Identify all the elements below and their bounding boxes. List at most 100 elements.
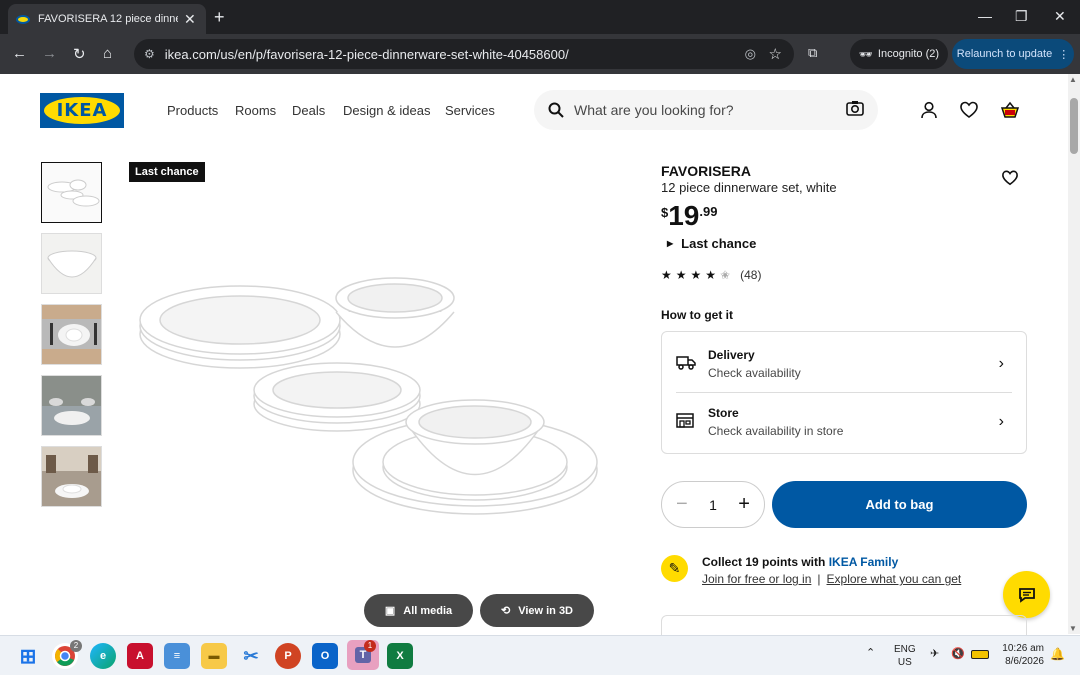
store-icon — [676, 412, 708, 433]
thumbnail-5[interactable] — [41, 446, 102, 507]
address-bar[interactable]: ⚙ ikea.com/us/en/p/favorisera-12-piece-d… — [134, 39, 794, 69]
rating-count: (48) — [740, 268, 762, 282]
forward-icon[interactable]: → — [42, 45, 57, 62]
page-scrollbar[interactable] — [1068, 74, 1080, 634]
nav-products[interactable]: Products — [167, 103, 218, 118]
ikea-family-icon: ✎ — [661, 555, 688, 582]
site-info-icon[interactable]: ⚙ — [144, 47, 155, 61]
delivery-row[interactable]: Delivery Check availability › — [676, 335, 1012, 393]
eye-off-icon[interactable]: ◎ — [745, 46, 756, 62]
all-media-label: All media — [403, 604, 453, 617]
minimize-icon[interactable]: — — [978, 8, 992, 24]
relaunch-button[interactable]: Relaunch to update ⋮ — [952, 39, 1074, 69]
lens-icon[interactable]: ⧉ — [808, 45, 817, 61]
incognito-icon: 🕶 — [858, 48, 873, 61]
scroll-up-icon[interactable]: ▲ — [1069, 75, 1077, 84]
star-icon: ★ — [661, 268, 672, 282]
family-points-prefix: Collect 19 points with — [702, 555, 826, 569]
shopping-bag-icon[interactable] — [1000, 101, 1020, 119]
all-media-button[interactable]: ▣ All media — [364, 594, 473, 627]
back-icon[interactable]: ← — [12, 45, 27, 62]
rating[interactable]: ★ ★ ★ ★ ✬ (48) — [661, 268, 761, 282]
thumbnail-1[interactable] — [41, 162, 102, 223]
acrobat-icon[interactable]: A — [127, 643, 153, 669]
thumbnail-3[interactable] — [41, 304, 102, 365]
explore-link[interactable]: Explore what you can get — [827, 572, 962, 586]
nav-design-ideas[interactable]: Design & ideas — [343, 103, 430, 118]
windows-start-icon[interactable]: ⊞ — [15, 643, 41, 669]
chat-button[interactable] — [1003, 571, 1050, 618]
scroll-down-icon[interactable]: ▼ — [1069, 624, 1077, 633]
thumbnail-2[interactable] — [41, 233, 102, 294]
rotate-3d-icon: ⟲ — [500, 605, 511, 617]
relaunch-label: Relaunch to update — [956, 48, 1053, 60]
increase-quantity-icon[interactable]: + — [738, 493, 750, 516]
dinnerware-thumb-image — [42, 163, 101, 222]
store-subtitle: Check availability in store — [708, 424, 844, 438]
browser-tab[interactable]: FAVORISERA 12 piece dinnerwa ✕ — [8, 4, 206, 34]
volume-muted-icon[interactable]: 🔇 — [951, 647, 965, 660]
thumbnail-4[interactable] — [41, 375, 102, 436]
search-input[interactable]: What are you looking for? — [574, 102, 734, 118]
price-integer: 19 — [668, 200, 700, 231]
notepad-icon[interactable]: ≡ — [164, 643, 190, 669]
airplane-icon[interactable]: ✈ — [930, 647, 939, 660]
last-chance-badge: Last chance — [129, 162, 205, 182]
reload-icon[interactable]: ↻ — [73, 45, 86, 63]
ikea-logo[interactable]: IKEA — [40, 93, 124, 128]
gallery-icon: ▣ — [384, 605, 396, 617]
star-icon: ★ — [690, 268, 702, 282]
add-to-bag-button[interactable]: Add to bag — [772, 481, 1027, 528]
view-3d-button[interactable]: ⟲ View in 3D — [480, 594, 594, 627]
delivery-title: Delivery — [708, 348, 755, 362]
more-menu-icon[interactable]: ⋮ — [1058, 48, 1069, 61]
decrease-quantity-icon[interactable]: − — [676, 493, 688, 516]
snipping-tool-icon[interactable]: ✂ — [238, 643, 264, 669]
powerpoint-icon[interactable]: P — [275, 643, 301, 669]
search-box[interactable]: What are you looking for? — [534, 90, 878, 130]
ikea-family-link[interactable]: IKEA Family — [829, 555, 899, 569]
outlook-icon[interactable]: O — [312, 643, 338, 669]
scrollbar-thumb[interactable] — [1070, 98, 1078, 154]
favorites-heart-icon[interactable] — [960, 101, 978, 119]
url-text: ikea.com/us/en/p/favorisera-12-piece-din… — [164, 46, 569, 62]
battery-icon[interactable] — [971, 650, 989, 659]
file-explorer-icon[interactable]: ▬ — [201, 643, 227, 669]
star-icon: ★ — [675, 268, 687, 282]
nav-services[interactable]: Services — [445, 103, 495, 118]
restore-icon[interactable]: ❐ — [1015, 8, 1028, 25]
incognito-indicator[interactable]: 🕶 Incognito (2) — [850, 39, 948, 69]
chat-icon — [1018, 587, 1035, 603]
nav-deals[interactable]: Deals — [292, 103, 325, 118]
half-star-icon: ✬ — [720, 268, 731, 282]
join-link[interactable]: Join for free or log in — [702, 572, 811, 586]
new-tab-icon[interactable]: + — [214, 7, 225, 28]
bookmark-star-icon[interactable]: ☆ — [769, 45, 782, 63]
quantity-value[interactable]: 1 — [709, 497, 717, 513]
last-chance-label: Last chance — [681, 236, 757, 251]
close-tab-icon[interactable]: ✕ — [184, 11, 196, 28]
product-description: 12 piece dinnerware set, white — [661, 180, 837, 195]
truck-icon — [676, 354, 708, 375]
clock[interactable]: 10:26 am 8/6/2026 — [1000, 642, 1044, 668]
close-window-icon[interactable]: ✕ — [1054, 8, 1066, 25]
last-chance-toggle[interactable]: ▶ Last chance — [667, 236, 756, 251]
windows-taskbar — [0, 635, 1080, 675]
language-indicator[interactable]: ENG US — [894, 643, 916, 669]
nav-rooms[interactable]: Rooms — [235, 103, 276, 118]
store-row[interactable]: Store Check availability in store › — [676, 393, 1012, 451]
bowl-thumb-image — [42, 234, 101, 293]
add-to-favorites-heart-icon[interactable] — [1002, 170, 1018, 186]
excel-icon[interactable]: X — [387, 643, 413, 669]
table-setting-thumb-image — [42, 447, 101, 506]
quantity-stepper[interactable]: − 1 + — [661, 481, 765, 528]
home-icon[interactable]: ⌂ — [103, 45, 112, 62]
notification-bell-icon[interactable]: 🔔 — [1050, 647, 1065, 661]
edge-icon[interactable]: e — [90, 643, 116, 669]
lang-line2: US — [897, 657, 912, 668]
tray-chevron-icon[interactable]: ⌃ — [866, 646, 875, 659]
lang-line1: ENG — [894, 644, 916, 655]
account-icon[interactable] — [920, 101, 938, 119]
camera-icon[interactable] — [846, 100, 864, 116]
next-section-card — [661, 615, 1027, 635]
